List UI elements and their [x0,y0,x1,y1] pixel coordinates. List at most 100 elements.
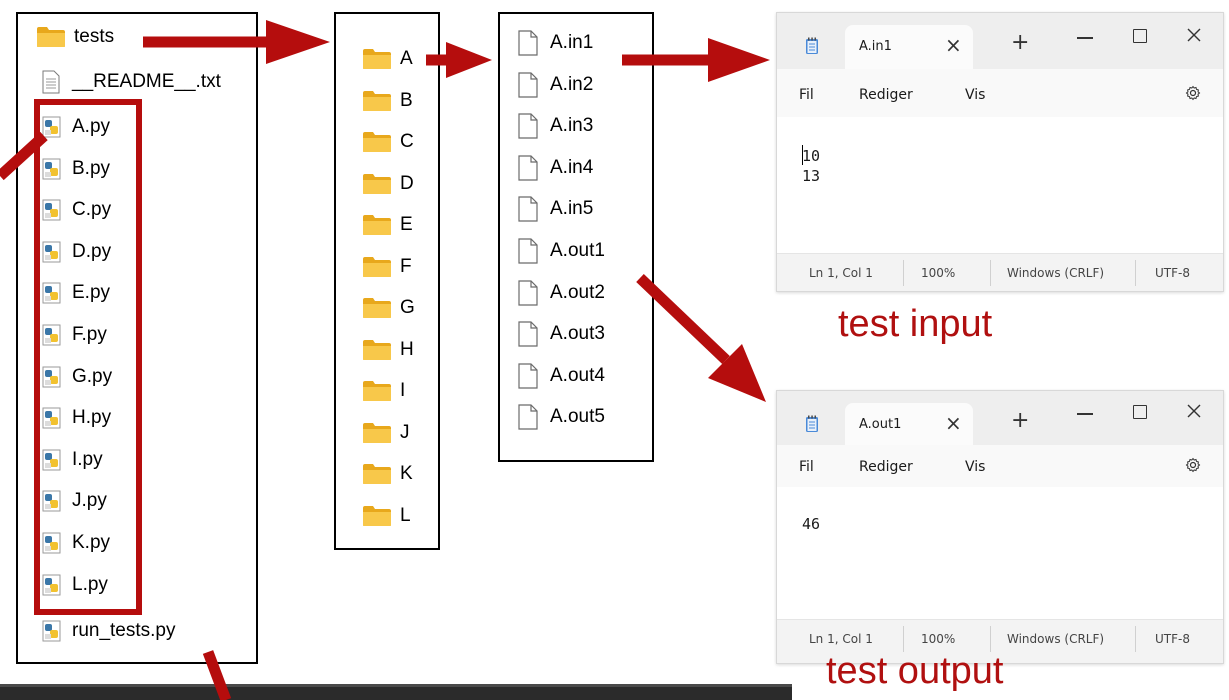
status-separator [903,260,904,286]
folder-icon [362,339,392,361]
subfolder-item[interactable]: D [362,173,414,195]
text-editor-area[interactable]: 10 13 [777,117,1223,253]
text-file-icon [42,70,60,94]
tab-a-in1[interactable]: A.in1 × [845,25,973,69]
folder-icon [362,173,392,195]
folder-item-tests[interactable]: tests [36,26,114,48]
editor-line-2: 13 [802,167,821,185]
status-separator [1135,260,1136,286]
folder-label: G [400,297,415,318]
tests-folder-panel: ABCDEFGHIJKL [334,12,440,550]
folder-icon [36,26,66,48]
menu-file[interactable]: Fil [799,459,814,475]
menu-view[interactable]: Vis [965,87,985,103]
folder-label: tests [74,26,115,47]
editor-line-1: 46 [802,515,821,533]
text-editor-area[interactable]: 46 [777,487,1223,619]
notepad-app-icon [805,415,819,433]
close-tab-icon[interactable]: × [945,411,962,435]
maximize-icon[interactable] [1133,405,1147,419]
menu-edit[interactable]: Rediger [859,459,913,475]
folder-label: C [400,131,414,152]
menu-bar: Fil Rediger Vis [777,69,1223,118]
file-icon [518,72,538,98]
test-files-panel: A.in1 A.in2 A.in3 A.in4 A.in5 A.out1 A.out2 A.o… [498,12,654,462]
test-file-item[interactable]: A.out1 [518,238,605,264]
tab-a-out1[interactable]: A.out1 × [845,403,973,445]
subfolder-item[interactable]: B [362,90,413,112]
new-tab-icon[interactable]: + [1011,30,1029,55]
menu-bar: Fil Rediger Vis [777,445,1223,488]
test-file-item[interactable]: A.in4 [518,155,593,181]
file-label: A.in1 [550,32,594,53]
subfolder-item[interactable]: I [362,380,405,402]
file-label: A.out5 [550,406,605,428]
subfolder-item[interactable]: J [362,422,410,444]
subfolder-item[interactable]: A [362,48,413,70]
test-file-item[interactable]: A.in5 [518,196,593,222]
subfolder-item[interactable]: C [362,131,414,153]
maximize-icon[interactable] [1133,29,1147,43]
file-icon [518,404,538,430]
folder-label: F [400,255,412,277]
file-label: run_tests.py [72,620,176,641]
subfolder-item[interactable]: K [362,463,413,485]
folder-label: H [400,338,414,360]
notepad-app-icon [805,37,819,55]
caption-test-input: test input [838,303,993,345]
subfolder-item[interactable]: E [362,214,413,236]
close-tab-icon[interactable]: × [945,33,962,57]
arrow-out1-to-output-window [636,274,766,402]
subfolder-item[interactable]: H [362,339,414,361]
test-file-item[interactable]: A.out2 [518,280,605,306]
menu-view[interactable]: Vis [965,459,985,475]
title-bar [777,13,1223,69]
status-zoom: 100% [921,632,956,646]
folder-icon [362,90,392,112]
minimize-icon[interactable] [1077,37,1093,39]
notepad-window-output: A.out1 × + Fil Rediger Vis 46 Ln 1, Col … [776,390,1224,664]
test-file-item[interactable]: A.in1 [518,30,593,56]
file-label: A.in4 [550,156,594,178]
folder-label: A [400,48,413,69]
subfolder-item[interactable]: L [362,505,411,527]
status-position: Ln 1, Col 1 [809,266,873,280]
test-file-item[interactable]: A.out5 [518,404,605,430]
folder-icon [362,380,392,402]
menu-edit[interactable]: Rediger [859,87,913,103]
test-file-item[interactable]: A.in3 [518,113,593,139]
file-label: A.in5 [550,198,594,220]
minimize-icon[interactable] [1077,413,1093,415]
file-label: A.in3 [550,115,594,137]
status-line-ending: Windows (CRLF) [1007,266,1105,280]
status-separator [903,626,904,652]
subfolder-item[interactable]: F [362,256,412,278]
file-item-readme[interactable]: __README__.txt [42,70,221,94]
file-label: A.out1 [550,240,605,261]
folder-label: I [400,380,406,401]
folder-label: L [400,504,411,526]
settings-gear-icon[interactable] [1185,457,1201,473]
folder-label: B [400,89,413,111]
test-file-item[interactable]: A.in2 [518,72,593,98]
file-item-run-tests[interactable]: run_tests.py [42,620,176,642]
test-file-item[interactable]: A.out4 [518,363,605,389]
terminal-edge-strip [0,684,792,700]
status-encoding: UTF-8 [1155,632,1190,646]
close-window-icon[interactable] [1187,28,1201,42]
subfolder-item[interactable]: G [362,297,415,319]
new-tab-icon[interactable]: + [1011,408,1029,433]
folder-icon [362,214,392,236]
file-icon [518,113,538,139]
menu-file[interactable]: Fil [799,87,814,103]
settings-gear-icon[interactable] [1185,85,1201,101]
test-file-item[interactable]: A.out3 [518,321,605,347]
file-icon [518,280,538,306]
close-window-icon[interactable] [1187,404,1201,418]
folder-label: E [400,214,413,235]
folder-label: J [400,421,410,443]
folder-icon [362,297,392,319]
editor-line-1: 10 [802,147,821,165]
folder-label: K [400,463,413,484]
file-icon [518,155,538,181]
